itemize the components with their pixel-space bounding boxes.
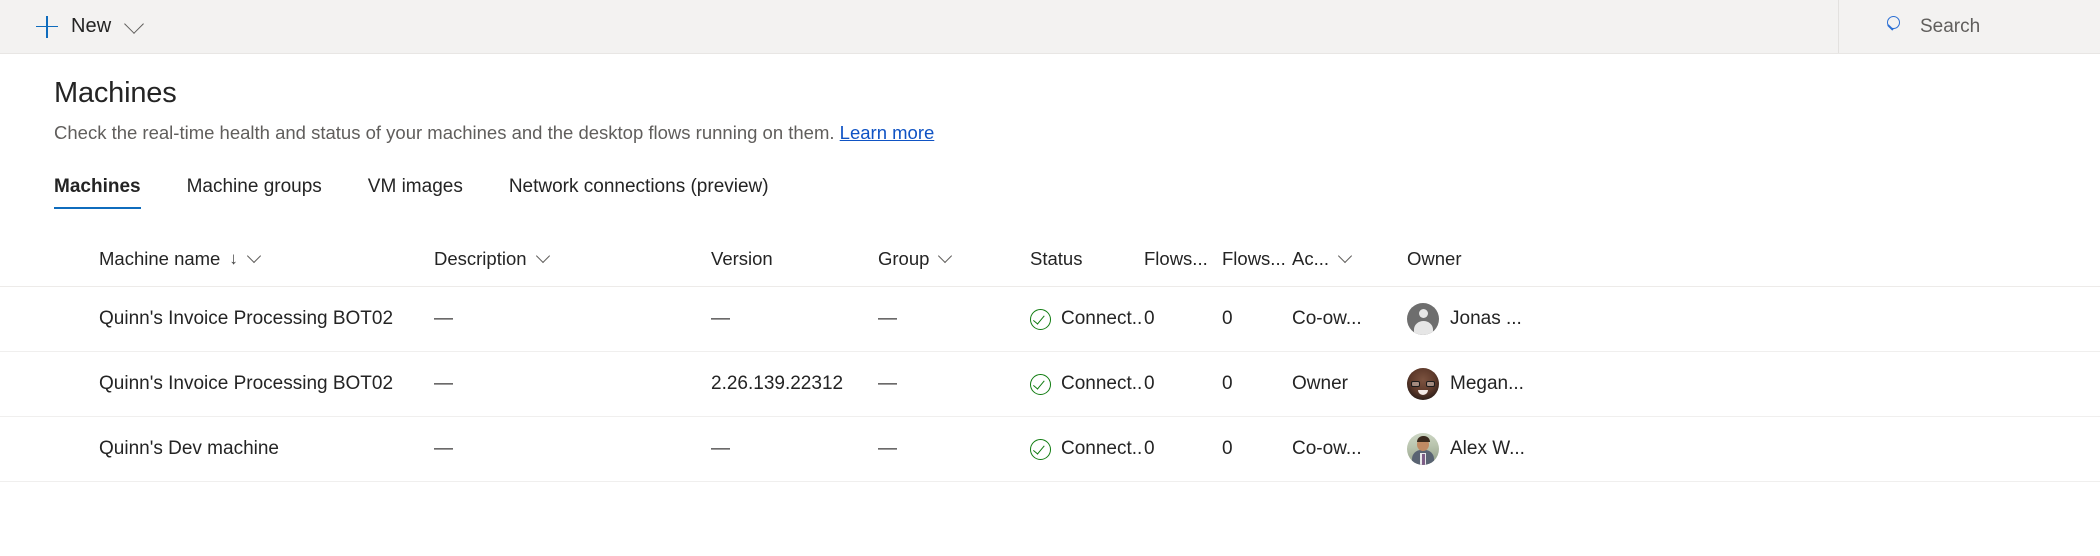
cell-flows-1: 0 <box>1144 438 1222 460</box>
cell-flows-2: 0 <box>1222 373 1292 395</box>
cell-flows-2: 0 <box>1222 308 1292 330</box>
status-badge: Connect... <box>1061 373 1144 395</box>
cell-owner: Megan... <box>1407 368 1667 400</box>
tab-network-connections[interactable]: Network connections (preview) <box>509 176 769 209</box>
column-header-owner-label: Owner <box>1407 248 1462 270</box>
machines-table: Machine name ↓ Description Version Group… <box>0 231 2100 482</box>
check-circle-icon <box>1030 374 1051 395</box>
column-header-flows-1-label: Flows... <box>1144 248 1208 270</box>
cell-version: — <box>711 308 878 330</box>
cell-access: Co-ow... <box>1292 308 1407 330</box>
column-header-flows-2[interactable]: Flows... <box>1222 248 1292 270</box>
cell-machine-name[interactable]: Quinn's Invoice Processing BOT02 <box>42 308 434 330</box>
cell-group: — <box>878 438 1030 460</box>
check-circle-icon <box>1030 309 1051 330</box>
column-header-version-label: Version <box>711 248 773 270</box>
cell-description: — <box>434 308 711 330</box>
page-title: Machines <box>54 74 2100 112</box>
tab-machines[interactable]: Machines <box>54 176 141 209</box>
status-badge: Connect... <box>1061 438 1144 460</box>
cell-flows-1: 0 <box>1144 308 1222 330</box>
cell-group: — <box>878 373 1030 395</box>
cell-machine-name[interactable]: Quinn's Invoice Processing BOT02 <box>42 373 434 395</box>
cell-flows-2: 0 <box>1222 438 1292 460</box>
tab-machine-groups[interactable]: Machine groups <box>187 176 322 209</box>
plus-icon <box>36 16 58 38</box>
table-row[interactable]: Quinn's Invoice Processing BOT02 — — — C… <box>0 287 2100 352</box>
cell-description: — <box>434 438 711 460</box>
chevron-down-icon[interactable] <box>535 249 549 263</box>
column-header-access-label: Ac... <box>1292 248 1329 270</box>
column-header-group-label: Group <box>878 248 929 270</box>
avatar <box>1407 368 1439 400</box>
command-bar: New Search <box>0 0 2100 54</box>
chevron-down-icon[interactable] <box>247 249 261 263</box>
column-header-flows-2-label: Flows... <box>1222 248 1286 270</box>
page-subtitle-text: Check the real-time health and status of… <box>54 122 835 143</box>
column-header-group[interactable]: Group <box>878 248 1030 270</box>
search-placeholder: Search <box>1920 16 1980 38</box>
new-button-label: New <box>71 15 111 38</box>
cell-owner: Jonas ... <box>1407 303 1667 335</box>
column-header-status[interactable]: Status <box>1030 248 1144 270</box>
table-row[interactable]: Quinn's Dev machine — — — Connect... 0 0… <box>0 417 2100 482</box>
owner-name: Jonas ... <box>1450 308 1522 330</box>
column-header-version[interactable]: Version <box>711 248 878 270</box>
table-row[interactable]: Quinn's Invoice Processing BOT02 — 2.26.… <box>0 352 2100 417</box>
cell-status: Connect... <box>1030 438 1144 460</box>
check-circle-icon <box>1030 439 1051 460</box>
page-header: Machines Check the real-time health and … <box>0 54 2100 146</box>
chevron-down-icon[interactable] <box>938 249 952 263</box>
chevron-down-icon[interactable] <box>1338 249 1352 263</box>
column-header-flows-1[interactable]: Flows... <box>1144 248 1222 270</box>
cell-group: — <box>878 308 1030 330</box>
avatar <box>1407 303 1439 335</box>
column-header-machine-name[interactable]: Machine name ↓ <box>42 248 434 270</box>
new-button[interactable]: New <box>0 0 155 53</box>
cell-owner: Alex W... <box>1407 433 1667 465</box>
column-header-status-label: Status <box>1030 248 1082 270</box>
cell-machine-name[interactable]: Quinn's Dev machine <box>42 438 434 460</box>
owner-name: Alex W... <box>1450 438 1525 460</box>
page-subtitle: Check the real-time health and status of… <box>54 120 2100 146</box>
column-header-description[interactable]: Description <box>434 248 711 270</box>
learn-more-link[interactable]: Learn more <box>840 122 935 143</box>
chevron-down-icon[interactable] <box>124 14 144 34</box>
owner-name: Megan... <box>1450 373 1524 395</box>
table-header-row: Machine name ↓ Description Version Group… <box>0 231 2100 287</box>
avatar <box>1407 433 1439 465</box>
cell-status: Connect... <box>1030 373 1144 395</box>
cell-status: Connect... <box>1030 308 1144 330</box>
cell-version: — <box>711 438 878 460</box>
cell-access: Co-ow... <box>1292 438 1407 460</box>
search-box[interactable]: Search <box>1838 0 2100 53</box>
cell-flows-1: 0 <box>1144 373 1222 395</box>
column-header-access[interactable]: Ac... <box>1292 248 1407 270</box>
column-header-description-label: Description <box>434 248 527 270</box>
tab-list: Machines Machine groups VM images Networ… <box>0 171 2100 209</box>
column-header-owner[interactable]: Owner <box>1407 248 1667 270</box>
column-header-machine-name-label: Machine name <box>99 248 220 270</box>
cell-version: 2.26.139.22312 <box>711 373 878 395</box>
status-badge: Connect... <box>1061 308 1144 330</box>
sort-descending-icon[interactable]: ↓ <box>229 250 238 267</box>
tab-vm-images[interactable]: VM images <box>368 176 463 209</box>
cell-access: Owner <box>1292 373 1407 395</box>
cell-description: — <box>434 373 711 395</box>
search-icon <box>1885 16 1906 37</box>
